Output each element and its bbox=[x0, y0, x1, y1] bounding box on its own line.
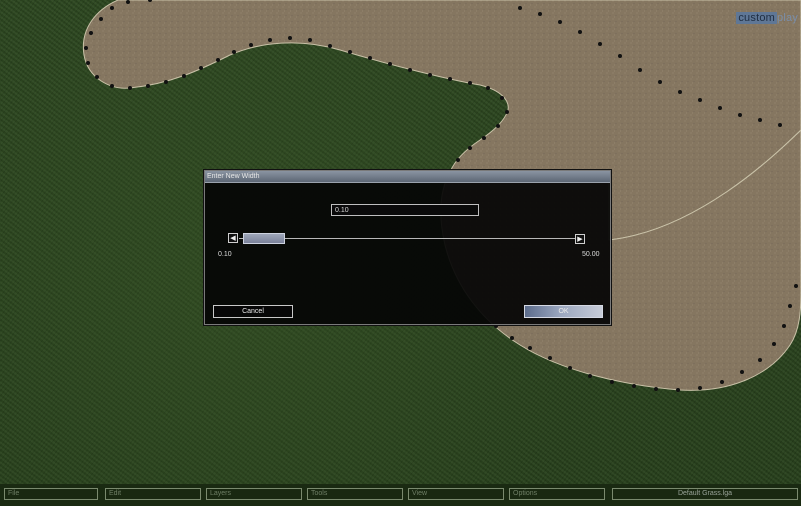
menu-file[interactable]: File bbox=[4, 488, 98, 500]
slider-increment-button[interactable]: ▶ bbox=[575, 234, 585, 244]
right-arrow-icon: ▶ bbox=[577, 236, 583, 243]
slider-max-label: 50.00 bbox=[582, 251, 600, 258]
menu-view[interactable]: View bbox=[408, 488, 504, 500]
logo-part-2: play bbox=[777, 12, 798, 24]
slider-decrement-button[interactable]: ◀ bbox=[228, 233, 238, 243]
brand-logo: custom play bbox=[733, 11, 801, 25]
bottom-menu-bar: File Edit Layers Tools View Options Defa… bbox=[0, 484, 801, 506]
cancel-button[interactable]: Cancel bbox=[213, 305, 293, 318]
ok-button[interactable]: OK bbox=[524, 305, 603, 318]
menu-texture-file[interactable]: Default Grass.lga bbox=[612, 488, 798, 500]
dialog-title: Enter New Width bbox=[205, 171, 610, 183]
slider-min-label: 0.10 bbox=[218, 251, 232, 258]
width-value-input[interactable]: 0.10 bbox=[331, 204, 479, 216]
menu-edit[interactable]: Edit bbox=[105, 488, 201, 500]
width-slider-thumb[interactable] bbox=[243, 233, 285, 244]
menu-layers[interactable]: Layers bbox=[206, 488, 302, 500]
enter-width-dialog: Enter New Width 0.10 ◀ ▶ 0.10 50.00 Canc… bbox=[204, 170, 611, 325]
width-slider-track[interactable] bbox=[239, 238, 575, 239]
logo-part-1: custom bbox=[736, 12, 778, 24]
menu-tools[interactable]: Tools bbox=[307, 488, 403, 500]
menu-options[interactable]: Options bbox=[509, 488, 605, 500]
left-arrow-icon: ◀ bbox=[230, 235, 236, 242]
